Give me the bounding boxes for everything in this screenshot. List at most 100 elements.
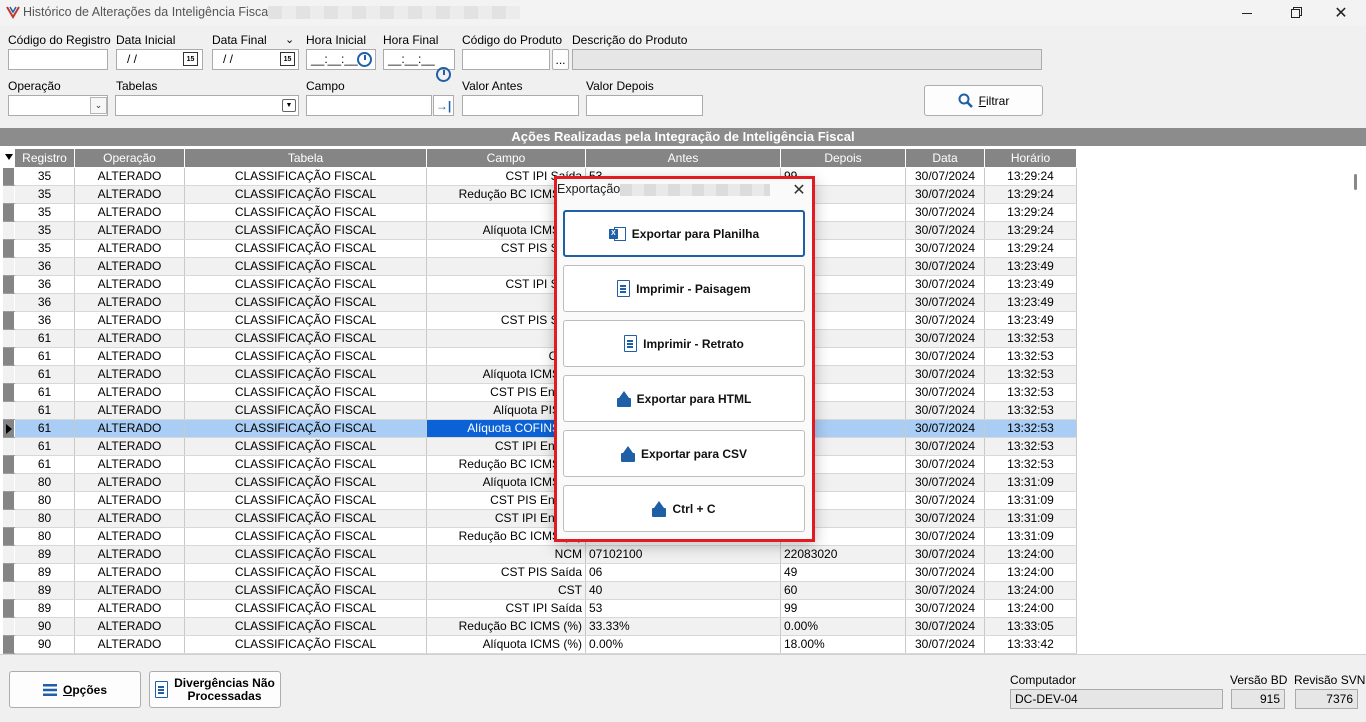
table-cell[interactable]: CLASSIFICAÇÃO FISCAL <box>184 527 427 546</box>
row-indicator[interactable] <box>2 185 15 204</box>
table-cell[interactable]: 61 <box>14 329 75 348</box>
row-indicator[interactable] <box>2 275 15 294</box>
table-cell[interactable]: 35 <box>14 239 75 258</box>
table-cell[interactable]: 13:24:00 <box>984 563 1077 582</box>
table-cell[interactable]: 89 <box>14 581 75 600</box>
table-cell[interactable]: ALTERADO <box>74 365 185 384</box>
table-row[interactable]: 61 ALTERADO CLASSIFICAÇÃO FISCAL CST IPI En… <box>2 437 1077 456</box>
table-cell[interactable]: 30/07/2024 <box>905 365 985 384</box>
table-cell[interactable]: 36 <box>14 311 75 330</box>
table-cell[interactable]: 13:31:09 <box>984 473 1077 492</box>
table-cell[interactable]: CLASSIFICAÇÃO FISCAL <box>184 563 427 582</box>
table-cell[interactable]: 13:31:09 <box>984 491 1077 510</box>
table-cell[interactable]: 99 <box>780 599 906 618</box>
table-cell[interactable]: 13:23:49 <box>984 293 1077 312</box>
valor-depois-input[interactable] <box>586 95 703 116</box>
row-indicator[interactable] <box>2 383 15 402</box>
minimize-button[interactable] <box>1224 0 1270 26</box>
row-indicator[interactable] <box>2 221 15 240</box>
table-cell[interactable]: 36 <box>14 275 75 294</box>
table-row[interactable]: 36ALTERADOCLASSIFICAÇÃO FISCALNCM09030/0… <box>2 257 1077 276</box>
table-cell[interactable]: 80 <box>14 473 75 492</box>
row-indicator[interactable] <box>2 257 15 276</box>
dropdown-arrow-icon[interactable]: ▼ <box>282 99 296 112</box>
table-cell[interactable]: 13:31:09 <box>984 527 1077 546</box>
table-cell[interactable]: ALTERADO <box>74 509 185 528</box>
table-cell[interactable]: 13:32:53 <box>984 455 1077 474</box>
table-row[interactable]: 35ALTERADOCLASSIFICAÇÃO FISCALCST30/07/2… <box>2 203 1077 222</box>
row-indicator-header[interactable] <box>2 149 15 168</box>
table-cell[interactable]: CLASSIFICAÇÃO FISCAL <box>184 455 427 474</box>
table-row[interactable]: 89 ALTERADO CLASSIFICAÇÃO FISCAL CST IPI Sa… <box>2 599 1077 618</box>
table-cell[interactable]: ALTERADO <box>74 185 185 204</box>
table-cell[interactable]: 13:24:00 <box>984 545 1077 564</box>
table-cell[interactable]: ALTERADO <box>74 329 185 348</box>
table-cell[interactable]: CLASSIFICAÇÃO FISCAL <box>184 581 427 600</box>
table-cell[interactable]: ALTERADO <box>74 311 185 330</box>
codigo-produto-input[interactable] <box>462 49 550 70</box>
table-cell[interactable]: 30/07/2024 <box>905 275 985 294</box>
table-cell[interactable]: ALTERADO <box>74 437 185 456</box>
clock-icon[interactable] <box>357 52 372 67</box>
export-option-button-3[interactable]: Imprimir - Retrato <box>563 320 805 367</box>
vertical-scrollbar[interactable] <box>1349 150 1361 650</box>
table-cell[interactable]: ALTERADO <box>74 527 185 546</box>
table-cell[interactable]: 89 <box>14 563 75 582</box>
table-cell[interactable]: CLASSIFICAÇÃO FISCAL <box>184 239 427 258</box>
table-cell[interactable]: 13:31:09 <box>984 509 1077 528</box>
table-cell[interactable]: CLASSIFICAÇÃO FISCAL <box>184 545 427 564</box>
row-indicator[interactable] <box>2 239 15 258</box>
table-cell[interactable]: 61 <box>14 455 75 474</box>
table-cell[interactable]: 49 <box>780 563 906 582</box>
table-cell[interactable]: CLASSIFICAÇÃO FISCAL <box>184 635 427 654</box>
history-table[interactable]: Registro Operação Tabela Campo Antes Depois Da… <box>2 149 1077 654</box>
table-cell[interactable]: 30/07/2024 <box>905 221 985 240</box>
table-cell[interactable]: CLASSIFICAÇÃO FISCAL <box>184 617 427 636</box>
table-row[interactable]: 61ALTERADOCLASSIFICAÇÃO FISCALCFOP30/07/… <box>2 347 1077 366</box>
table-row[interactable]: 35 ALTERADO CLASSIFICAÇÃO FISCAL CST PIS Sa… <box>2 239 1077 258</box>
table-cell[interactable]: 13:23:49 <box>984 311 1077 330</box>
table-cell[interactable]: 30/07/2024 <box>905 635 985 654</box>
column-header-registro[interactable]: Registro <box>14 149 75 168</box>
table-cell[interactable]: 06 <box>585 563 781 582</box>
table-cell[interactable]: 36 <box>14 257 75 276</box>
table-cell[interactable]: 80 <box>14 491 75 510</box>
table-cell[interactable]: 30/07/2024 <box>905 419 985 438</box>
table-cell[interactable]: ALTERADO <box>74 491 185 510</box>
row-indicator[interactable] <box>2 347 15 366</box>
table-cell[interactable]: CLASSIFICAÇÃO FISCAL <box>184 275 427 294</box>
table-cell[interactable]: CLASSIFICAÇÃO FISCAL <box>184 203 427 222</box>
table-cell[interactable]: CLASSIFICAÇÃO FISCAL <box>184 311 427 330</box>
table-row[interactable]: 35 ALTERADO CLASSIFICAÇÃO FISCAL Alíquota I… <box>2 221 1077 240</box>
table-cell[interactable]: 30/07/2024 <box>905 455 985 474</box>
table-cell[interactable]: 13:33:05 <box>984 617 1077 636</box>
table-cell[interactable]: CLASSIFICAÇÃO FISCAL <box>184 293 427 312</box>
table-cell[interactable]: 30/07/2024 <box>905 383 985 402</box>
campo-input[interactable] <box>306 95 432 116</box>
table-row[interactable]: 61 ALTERADO CLASSIFICAÇÃO FISCAL Alíquota P… <box>2 401 1077 420</box>
table-cell[interactable]: 61 <box>14 347 75 366</box>
table-cell[interactable]: CLASSIFICAÇÃO FISCAL <box>184 383 427 402</box>
table-cell[interactable]: 30/07/2024 <box>905 293 985 312</box>
table-cell[interactable]: CST PIS Saída <box>426 563 586 582</box>
valor-antes-input[interactable] <box>462 95 579 116</box>
column-header-campo[interactable]: Campo <box>426 149 586 168</box>
row-indicator[interactable] <box>2 419 15 438</box>
table-cell[interactable]: 13:29:24 <box>984 239 1077 258</box>
table-cell[interactable]: ALTERADO <box>74 203 185 222</box>
table-cell[interactable]: 13:32:53 <box>984 347 1077 366</box>
table-cell[interactable]: ALTERADO <box>74 221 185 240</box>
table-cell[interactable]: 30/07/2024 <box>905 401 985 420</box>
table-cell[interactable]: 30/07/2024 <box>905 509 985 528</box>
table-cell[interactable]: Alíquota ICMS (%) <box>426 635 586 654</box>
table-cell[interactable]: 13:32:53 <box>984 365 1077 384</box>
table-cell[interactable]: 13:32:53 <box>984 383 1077 402</box>
table-cell[interactable]: 13:32:53 <box>984 437 1077 456</box>
table-cell[interactable]: 13:29:24 <box>984 203 1077 222</box>
table-cell[interactable]: 30/07/2024 <box>905 347 985 366</box>
table-cell[interactable]: 30/07/2024 <box>905 527 985 546</box>
table-row[interactable]: 90 ALTERADO CLASSIFICAÇÃO FISCAL Alíquota I… <box>2 635 1077 654</box>
row-indicator[interactable] <box>2 203 15 222</box>
scrollbar-thumb[interactable] <box>1354 174 1357 190</box>
row-indicator[interactable] <box>2 509 15 528</box>
